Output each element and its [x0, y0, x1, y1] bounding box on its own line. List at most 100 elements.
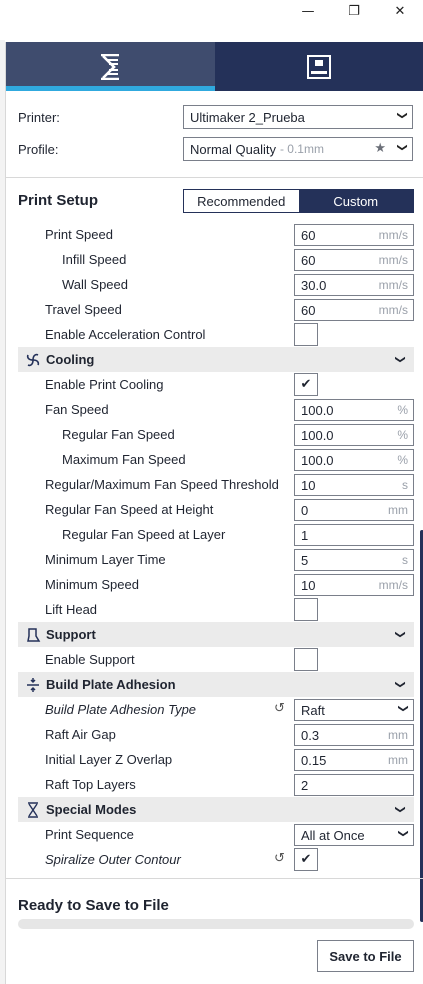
- setting-z-overlap: Initial Layer Z Overlap 0.15 mm: [6, 747, 423, 772]
- setting-enable-cooling: Enable Print Cooling ✔: [6, 372, 423, 397]
- field-value: 60: [301, 252, 316, 268]
- setting-label: Regular Fan Speed at Height: [45, 502, 214, 517]
- setting-label: Minimum Layer Time: [45, 552, 166, 567]
- min-speed-input[interactable]: 10 mm/s: [294, 574, 414, 596]
- setting-label: Print Speed: [45, 227, 113, 242]
- field-value: 2: [301, 777, 309, 793]
- print-speed-input[interactable]: 60 mm/s: [294, 224, 414, 246]
- unit-label: %: [397, 403, 408, 417]
- adhesion-icon: [22, 677, 44, 693]
- progress-bar: [18, 919, 414, 929]
- setting-min-speed: Minimum Speed 10 mm/s: [6, 572, 423, 597]
- category-special-modes[interactable]: Special Modes ❯: [18, 797, 414, 822]
- setting-label: Infill Speed: [62, 252, 127, 267]
- setting-infill-speed: Infill Speed 60 mm/s: [6, 247, 423, 272]
- minimize-button[interactable]: —: [285, 0, 331, 22]
- z-overlap-input[interactable]: 0.15 mm: [294, 749, 414, 771]
- setting-regular-fan-speed: Regular Fan Speed 100.0%: [6, 422, 423, 447]
- fan-threshold-input[interactable]: 10 s: [294, 474, 414, 496]
- recommended-button[interactable]: Recommended: [184, 190, 299, 212]
- fan-icon: [22, 352, 44, 368]
- fan-height-input[interactable]: 0 mm: [294, 499, 414, 521]
- setting-raft-top-layers: Raft Top Layers 2: [6, 772, 423, 797]
- regular-fan-speed-input[interactable]: 100.0%: [294, 424, 414, 446]
- print-sequence-select[interactable]: All at Once ❯: [294, 824, 414, 846]
- unit-label: mm/s: [378, 303, 408, 317]
- close-button[interactable]: ✕: [377, 0, 423, 22]
- setting-min-layer-time: Minimum Layer Time 5s: [6, 547, 423, 572]
- profile-layer-height: - 0.1mm: [279, 142, 324, 156]
- printer-select[interactable]: Ultimaker 2_Prueba ❯: [183, 105, 413, 129]
- setting-label: Regular Fan Speed at Layer: [62, 527, 226, 542]
- enable-support-checkbox[interactable]: [294, 648, 318, 671]
- field-value: 100.0: [301, 427, 334, 443]
- max-fan-speed-input[interactable]: 100.0%: [294, 449, 414, 471]
- category-title: Build Plate Adhesion: [46, 677, 176, 692]
- enable-cooling-checkbox[interactable]: ✔: [294, 373, 318, 396]
- raft-top-layers-input[interactable]: 2: [294, 774, 414, 796]
- mode-tabs: [6, 42, 423, 91]
- adhesion-type-select[interactable]: Raft ❯: [294, 699, 414, 721]
- raft-air-gap-input[interactable]: 0.3 mm: [294, 724, 414, 746]
- setting-label: Spiralize Outer Contour: [45, 852, 181, 867]
- accel-control-checkbox[interactable]: [294, 323, 318, 346]
- setting-adhesion-type: Build Plate Adhesion Type ↺ Raft ❯: [6, 697, 423, 722]
- print-setup-tab[interactable]: [6, 42, 215, 91]
- printer-label: Printer:: [18, 109, 60, 125]
- setting-print-sequence: Print Sequence All at Once ❯: [6, 822, 423, 847]
- field-value: 30.0: [301, 277, 327, 293]
- custom-button[interactable]: Custom: [298, 190, 413, 212]
- spiralize-checkbox[interactable]: ✔: [294, 848, 318, 871]
- unit-label: %: [397, 453, 408, 467]
- setting-label: Lift Head: [45, 602, 98, 617]
- setting-lift-head: Lift Head: [6, 597, 423, 622]
- monitor-tab[interactable]: [215, 42, 423, 91]
- setting-label: Print Sequence: [45, 827, 134, 842]
- unit-label: s: [402, 553, 408, 567]
- fan-speed-input[interactable]: 100.0%: [294, 399, 414, 421]
- infill-speed-input[interactable]: 60 mm/s: [294, 249, 414, 271]
- profile-row: Profile: Normal Quality - 0.1mm ★ ❯: [6, 133, 423, 165]
- special-modes-icon: [22, 801, 44, 818]
- travel-speed-input[interactable]: 60 mm/s: [294, 299, 414, 321]
- unit-label: %: [397, 428, 408, 442]
- print-setup-header: Print Setup Recommended Custom: [6, 178, 423, 222]
- min-layer-time-input[interactable]: 5s: [294, 549, 414, 571]
- field-value: 60: [301, 302, 316, 318]
- status-text: Ready to Save to File: [18, 897, 169, 914]
- setting-label: Travel Speed: [45, 302, 122, 317]
- category-support[interactable]: Support ❯: [18, 622, 414, 647]
- profile-select[interactable]: Normal Quality - 0.1mm ★ ❯: [183, 137, 413, 161]
- profile-value: Normal Quality: [190, 141, 276, 157]
- chevron-down-icon: ❯: [394, 630, 406, 639]
- field-value: 60: [301, 227, 316, 243]
- category-cooling[interactable]: Cooling ❯: [18, 347, 414, 372]
- setting-label: Build Plate Adhesion Type: [45, 702, 197, 717]
- reset-icon[interactable]: ↺: [274, 701, 285, 716]
- chevron-down-icon: ❯: [394, 355, 406, 364]
- wall-speed-input[interactable]: 30.0 mm/s: [294, 274, 414, 296]
- reset-icon[interactable]: ↺: [274, 851, 285, 866]
- chevron-down-icon: ❯: [397, 829, 409, 838]
- unit-label: mm/s: [378, 278, 408, 292]
- chevron-down-icon: ❯: [397, 704, 409, 713]
- lift-head-checkbox[interactable]: [294, 598, 318, 621]
- star-icon[interactable]: ★: [374, 141, 386, 156]
- fan-layer-input[interactable]: 1: [294, 524, 414, 546]
- chevron-down-icon: ❯: [396, 111, 408, 120]
- field-value: 100.0: [301, 452, 334, 468]
- setting-label: Wall Speed: [62, 277, 128, 292]
- setting-max-fan-speed: Maximum Fan Speed 100.0%: [6, 447, 423, 472]
- category-adhesion[interactable]: Build Plate Adhesion ❯: [18, 672, 414, 697]
- field-value: 0.3: [301, 727, 320, 743]
- settings-list: Print Speed 60 mm/s Infill Speed 60 mm/s W…: [6, 222, 423, 872]
- chevron-down-icon: ❯: [394, 680, 406, 689]
- save-to-file-button[interactable]: Save to File: [317, 940, 414, 972]
- setting-label: Fan Speed: [45, 402, 109, 417]
- profile-label: Profile:: [18, 141, 59, 157]
- restore-button[interactable]: ❐: [331, 0, 377, 22]
- setting-fan-layer: Regular Fan Speed at Layer 1: [6, 522, 423, 547]
- setting-label: Enable Support: [45, 652, 135, 667]
- field-value: 0: [301, 502, 309, 518]
- support-icon: [22, 627, 44, 643]
